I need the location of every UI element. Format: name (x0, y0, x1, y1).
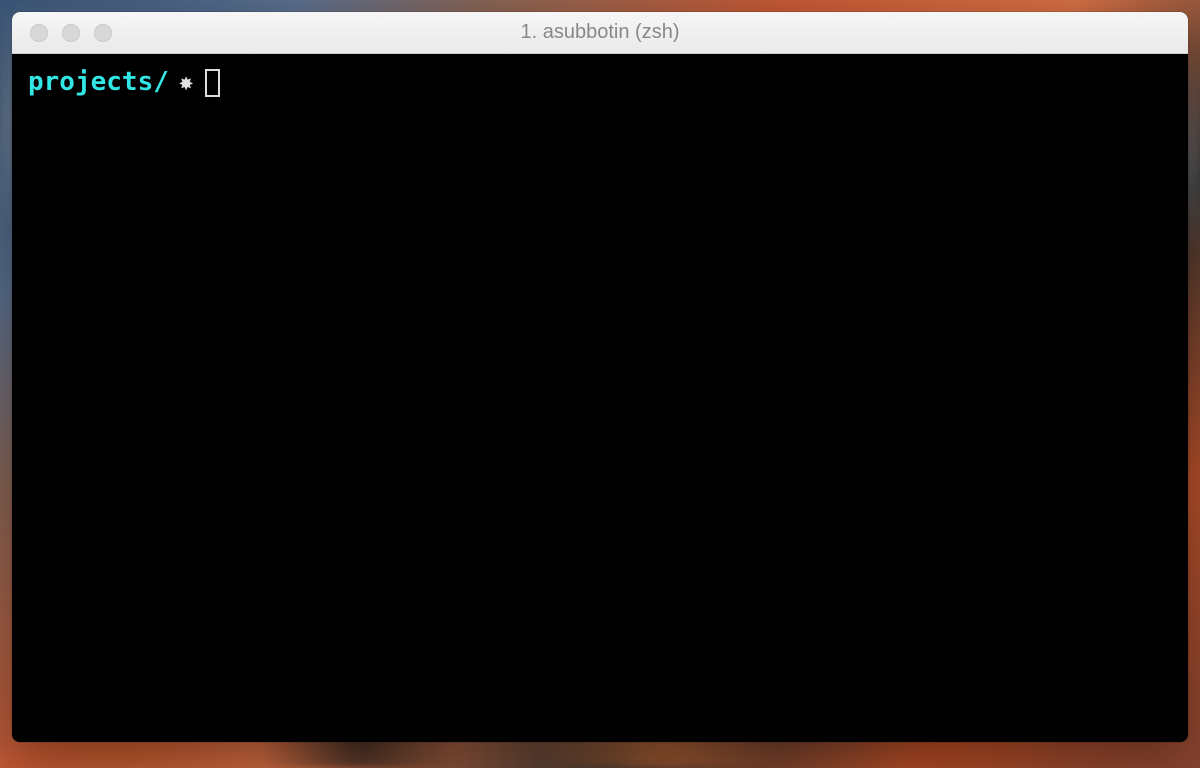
window-title: 1. asubbotin (zsh) (12, 21, 1188, 44)
prompt-line: projects/ ✸ (28, 66, 1172, 100)
zoom-button[interactable] (94, 24, 112, 42)
close-button[interactable] (30, 24, 48, 42)
terminal-window: 1. asubbotin (zsh) projects/ ✸ (12, 12, 1188, 742)
terminal-cursor (205, 69, 220, 97)
window-titlebar[interactable]: 1. asubbotin (zsh) (12, 12, 1188, 54)
sun-icon: ✸ (179, 67, 193, 98)
terminal-body[interactable]: projects/ ✸ (12, 54, 1188, 742)
prompt-cwd: projects/ (28, 66, 169, 100)
traffic-lights (12, 24, 112, 42)
minimize-button[interactable] (62, 24, 80, 42)
